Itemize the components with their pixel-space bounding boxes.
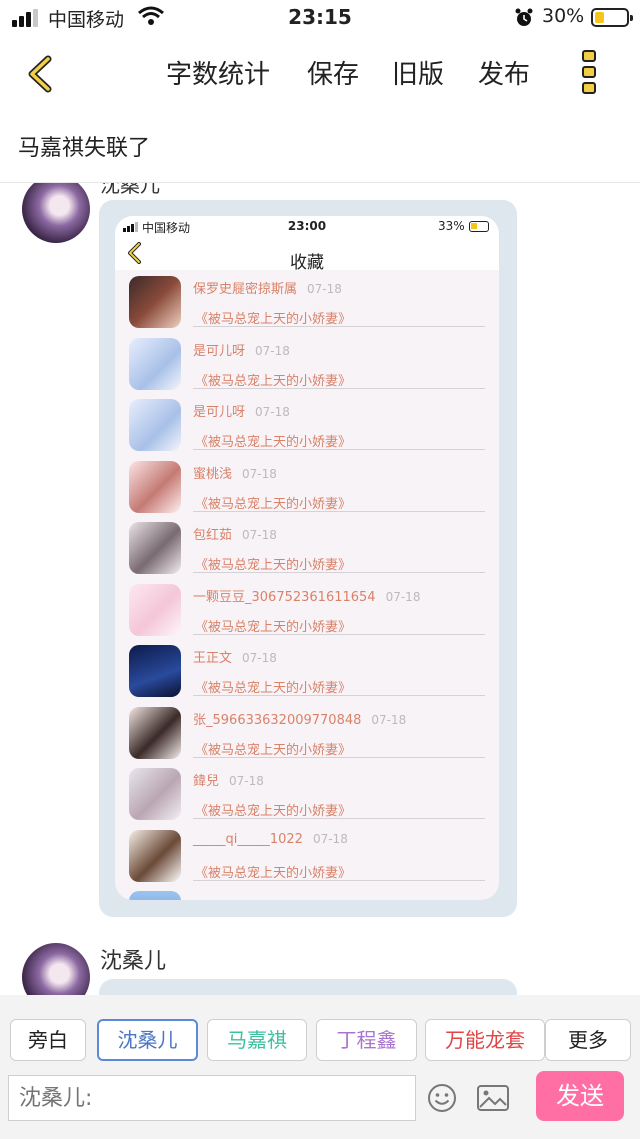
user-name: 是可儿呀 07-18 [193,343,290,359]
avatar[interactable] [22,943,90,995]
divider [193,326,485,327]
date-label: 07-18 [242,466,277,481]
list-item: 王正文 07-18 《被马总宠上天的小娇妻》 [115,645,499,707]
more-vertical-icon[interactable] [580,50,598,96]
avatar [129,522,181,574]
book-title: 《被马总宠上天的小娇妻》 [195,312,352,327]
book-title: 《被马总宠上天的小娇妻》 [195,865,352,881]
publish-button[interactable]: 发布 [478,54,530,91]
book-title: 《被马总宠上天的小娇妻》 [195,496,352,512]
user-name: 包红茹 07-18 [193,528,277,543]
avatar [129,706,181,759]
book-title: 《被马总宠上天的小娇妻》 [195,619,352,635]
avatar [129,337,181,390]
screenshot-status-bar: 中国移动 23:00 33% [115,216,499,238]
divider [193,879,485,881]
book-title: 《被马总宠上天的小娇妻》 [195,435,352,450]
battery-icon [591,8,633,27]
avatar [129,891,181,900]
avatar [129,460,181,513]
date-label: 07-18 [242,651,277,665]
book-title: 《被马总宠上天的小娇妻》 [195,742,352,758]
date-label: 07-18 [229,774,264,788]
image-message[interactable]: 中国移动 23:00 33% 收藏 保罗史屣密掠斯属 07-18 《被马总宠上天的小… [99,200,517,917]
list-item: 蜜桃浅 07-18 《被马总宠上天的小娇妻》 [115,460,499,523]
avatar [129,583,181,636]
avatar[interactable] [22,183,90,243]
screenshot-image: 中国移动 23:00 33% 收藏 保罗史屣密掠斯属 07-18 《被马总宠上天的小… [115,216,499,900]
divider [193,572,485,573]
date-label: 07-18 [312,831,348,846]
avatar [129,768,181,820]
document-title[interactable]: 马嘉祺失联了 [18,130,150,162]
user-name: _____qi_____1022 07-18 [193,831,348,847]
date-label: 07-18 [307,282,342,296]
date-label: 07-18 [371,712,407,727]
emoji-icon[interactable] [427,1083,457,1113]
speaker-name: 沈桑儿 [100,949,167,974]
date-label: 07-18 [242,528,277,542]
avatar [129,276,181,328]
user-name: 一颗豆豆_306752361611654 07-18 [193,589,421,605]
book-title: 《被马总宠上天的小娇妻》 [195,373,352,389]
role-chip[interactable]: 沈桑儿 [97,1019,198,1061]
user-name: 王正文 07-18 [193,651,277,666]
message-input[interactable] [8,1075,416,1121]
screenshot-title: 收藏 [290,253,324,273]
list-item: 一颗豆豆_306752361611654 07-18 《被马总宠上天的小娇妻》 [115,583,499,646]
user-name: 保罗史屣密掠斯属 07-18 [193,282,342,297]
battery-icon [469,221,489,232]
battery-percent: 30% [542,5,585,27]
screenshot-header: 收藏 [115,238,499,273]
list-item: _____qi_____1022 07-18 《被马总宠上天的小娇妻》 [115,829,499,892]
divider [193,818,485,819]
avatar [129,645,181,697]
user-name: 张_596633632009770848 07-18 [193,712,407,728]
user-name: 蜜桃浅 07-18 [193,466,277,482]
role-chip[interactable]: 马嘉祺 [207,1019,307,1061]
screenshot-battery-percent: 33% [438,219,465,233]
divider [193,756,485,758]
list-item [115,891,499,900]
old-version-button[interactable]: 旧版 [392,54,444,91]
book-title: 《被马总宠上天的小娇妻》 [195,558,352,573]
date-label: 07-18 [385,589,421,604]
alarm-icon [515,8,533,26]
role-chip[interactable]: 旁白 [10,1019,86,1061]
divider [193,510,485,512]
list-item: 鍏兒 07-18 《被马总宠上天的小娇妻》 [115,768,499,830]
avatar [129,399,181,451]
divider [193,449,485,450]
divider [193,633,485,635]
divider [193,695,485,696]
book-title: 《被马总宠上天的小娇妻》 [195,681,352,696]
avatar [129,829,181,882]
word-count-button[interactable]: 字数统计 [166,54,270,91]
list-item: 包红茹 07-18 《被马总宠上天的小娇妻》 [115,522,499,584]
list-item: 是可儿呀 07-18 《被马总宠上天的小娇妻》 [115,337,499,400]
more-roles-button[interactable]: 更多 [545,1019,631,1061]
chevron-left-icon[interactable] [22,54,62,94]
editor-toolbar: 字数统计 保存 旧版 发布 [0,36,640,110]
role-selector: 旁白 沈桑儿 马嘉祺 丁程鑫 万能龙套 更多 [0,995,640,1069]
list-item: 是可儿呀 07-18 《被马总宠上天的小娇妻》 [115,399,499,461]
message-bubble[interactable] [99,979,517,995]
send-button[interactable]: 发送 [536,1071,624,1121]
date-label: 07-18 [255,405,290,419]
save-button[interactable]: 保存 [307,54,359,91]
chat-area[interactable]: 沈桑儿 中国移动 23:00 33% 收藏 保罗史屣密掠斯属 07-18 《被马… [0,183,640,995]
user-name: 是可儿呀 07-18 [193,405,290,420]
composer: 发送 [0,1069,640,1139]
user-name: 鍏兒 07-18 [193,774,264,789]
image-icon[interactable] [477,1085,509,1111]
book-title: 《被马总宠上天的小娇妻》 [195,804,352,819]
speaker-name: 沈桑儿 [100,183,160,197]
list-item: 张_596633632009770848 07-18 《被马总宠上天的小娇妻》 [115,706,499,769]
divider [193,387,485,389]
status-bar: 中国移动 23:15 30% [0,0,640,36]
role-chip[interactable]: 万能龙套 [425,1019,545,1061]
role-chip[interactable]: 丁程鑫 [316,1019,417,1061]
list-item: 保罗史屣密掠斯属 07-18 《被马总宠上天的小娇妻》 [115,276,499,338]
date-label: 07-18 [255,343,290,358]
